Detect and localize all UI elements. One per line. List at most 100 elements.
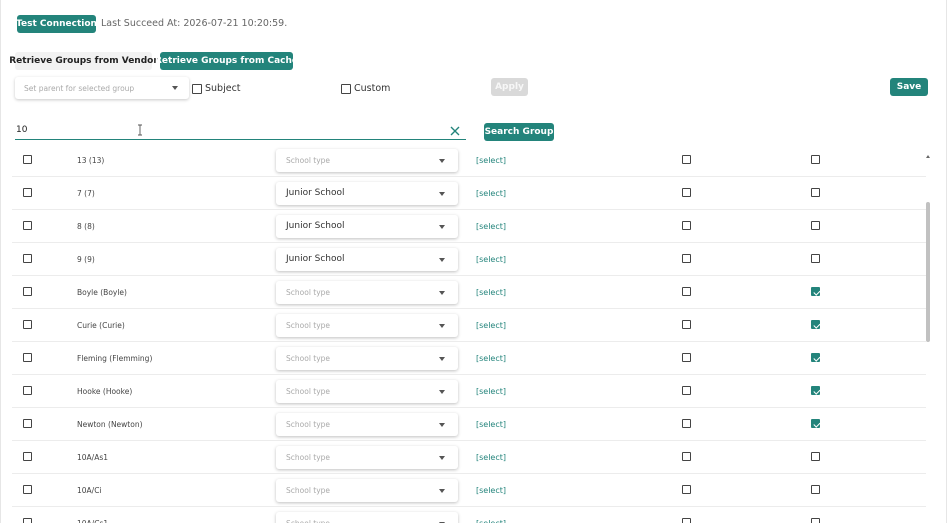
table-row: 10A/Cs1 School type [select]: [12, 507, 926, 523]
subject-flag-checkbox[interactable]: [682, 254, 691, 263]
subject-flag-checkbox[interactable]: [682, 320, 691, 329]
custom-flag-checkbox[interactable]: [811, 518, 820, 523]
table-row: Boyle (Boyle) School type [select]: [12, 276, 926, 309]
school-type-select[interactable]: School type: [276, 413, 458, 436]
retrieve-groups-cache-button[interactable]: Retrieve Groups from Cache: [155, 52, 298, 70]
row-select-checkbox[interactable]: [23, 254, 32, 263]
school-type-select[interactable]: School type: [276, 314, 458, 337]
subject-flag-checkbox[interactable]: [682, 485, 691, 494]
select-parent-link[interactable]: [select]: [476, 519, 506, 523]
select-parent-link[interactable]: [select]: [476, 387, 506, 396]
select-parent-link[interactable]: [select]: [476, 222, 506, 231]
custom-flag-checkbox[interactable]: [811, 452, 820, 461]
group-name: 7 (7): [77, 189, 95, 198]
select-parent-link[interactable]: [select]: [476, 156, 506, 165]
parent-group-select[interactable]: Set parent for selected group: [15, 77, 189, 99]
custom-flag-checkbox[interactable]: [811, 386, 820, 395]
row-select-checkbox[interactable]: [23, 320, 32, 329]
select-parent-link[interactable]: [select]: [476, 321, 506, 330]
chevron-down-icon: [439, 225, 445, 229]
school-type-select[interactable]: School type: [276, 281, 458, 304]
school-type-placeholder: School type: [286, 387, 331, 396]
parent-group-placeholder: Set parent for selected group: [24, 83, 135, 93]
group-name: 8 (8): [77, 222, 95, 231]
subject-flag-checkbox[interactable]: [682, 155, 691, 164]
retrieve-groups-vendor-button[interactable]: Retrieve Groups from Vendor: [9, 52, 158, 70]
subject-flag-checkbox[interactable]: [682, 386, 691, 395]
clear-search-icon[interactable]: [449, 125, 461, 137]
group-name: Hooke (Hooke): [77, 387, 133, 396]
row-select-checkbox[interactable]: [23, 155, 32, 164]
school-type-select[interactable]: School type: [276, 149, 458, 172]
school-type-select[interactable]: Junior School: [276, 215, 458, 238]
school-type-value: Junior School: [286, 254, 345, 264]
table-row: 7 (7) Junior School [select]: [12, 177, 926, 210]
subject-flag-checkbox[interactable]: [682, 188, 691, 197]
school-type-value: Junior School: [286, 221, 345, 231]
school-type-value: Junior School: [286, 188, 345, 198]
select-parent-link[interactable]: [select]: [476, 453, 506, 462]
school-type-select[interactable]: Junior School: [276, 248, 458, 271]
select-parent-link[interactable]: [select]: [476, 486, 506, 495]
group-name: Boyle (Boyle): [77, 288, 127, 297]
chevron-down-icon: [172, 86, 178, 90]
row-select-checkbox[interactable]: [23, 287, 32, 296]
custom-flag-checkbox[interactable]: [811, 254, 820, 263]
school-type-select[interactable]: Junior School: [276, 182, 458, 205]
test-connection-button[interactable]: Test Connection: [16, 15, 97, 33]
group-name: 10A/Ci: [77, 486, 102, 495]
school-type-select[interactable]: School type: [276, 512, 458, 523]
custom-flag-checkbox[interactable]: [811, 485, 820, 494]
row-select-checkbox[interactable]: [23, 221, 32, 230]
subject-checkbox[interactable]: [192, 84, 202, 94]
table-row: 8 (8) Junior School [select]: [12, 210, 926, 243]
custom-flag-checkbox[interactable]: [811, 188, 820, 197]
custom-flag-checkbox[interactable]: [811, 287, 820, 296]
subject-flag-checkbox[interactable]: [682, 419, 691, 428]
row-select-checkbox[interactable]: [23, 353, 32, 362]
row-select-checkbox[interactable]: [23, 518, 32, 523]
school-type-placeholder: School type: [286, 420, 331, 429]
select-parent-link[interactable]: [select]: [476, 288, 506, 297]
row-select-checkbox[interactable]: [23, 386, 32, 395]
school-type-placeholder: School type: [286, 519, 330, 523]
school-type-select[interactable]: School type: [276, 446, 458, 469]
table-row: 10A/Ci School type [select]: [12, 474, 926, 507]
custom-checkbox[interactable]: [341, 84, 351, 94]
group-name: Newton (Newton): [77, 420, 143, 429]
table-scrollbar[interactable]: [926, 202, 930, 342]
group-name: 13 (13): [77, 156, 105, 165]
save-button[interactable]: Save: [890, 78, 928, 96]
custom-label: Custom: [354, 83, 391, 94]
school-type-placeholder: School type: [286, 354, 331, 363]
scroll-up-arrow[interactable]: [926, 155, 930, 158]
chevron-down-icon: [439, 390, 445, 394]
school-type-select[interactable]: School type: [276, 347, 458, 370]
select-parent-link[interactable]: [select]: [476, 420, 506, 429]
school-type-select[interactable]: School type: [276, 479, 458, 502]
apply-button[interactable]: Apply: [491, 78, 528, 96]
row-select-checkbox[interactable]: [23, 419, 32, 428]
table-row: 13 (13) School type [select]: [12, 144, 926, 177]
search-group-button[interactable]: Search Group: [484, 123, 554, 141]
row-select-checkbox[interactable]: [23, 485, 32, 494]
group-search-input[interactable]: 10: [15, 121, 466, 140]
custom-flag-checkbox[interactable]: [811, 155, 820, 164]
select-parent-link[interactable]: [select]: [476, 189, 506, 198]
row-select-checkbox[interactable]: [23, 188, 32, 197]
school-type-select[interactable]: School type: [276, 380, 458, 403]
chevron-down-icon: [439, 192, 445, 196]
select-parent-link[interactable]: [select]: [476, 255, 506, 264]
custom-flag-checkbox[interactable]: [811, 320, 820, 329]
subject-flag-checkbox[interactable]: [682, 221, 691, 230]
select-parent-link[interactable]: [select]: [476, 354, 506, 363]
school-type-placeholder: School type: [286, 156, 331, 165]
row-select-checkbox[interactable]: [23, 452, 32, 461]
subject-flag-checkbox[interactable]: [682, 287, 691, 296]
subject-flag-checkbox[interactable]: [682, 452, 691, 461]
subject-flag-checkbox[interactable]: [682, 518, 691, 523]
custom-flag-checkbox[interactable]: [811, 221, 820, 230]
custom-flag-checkbox[interactable]: [811, 353, 820, 362]
custom-flag-checkbox[interactable]: [811, 419, 820, 428]
subject-flag-checkbox[interactable]: [682, 353, 691, 362]
